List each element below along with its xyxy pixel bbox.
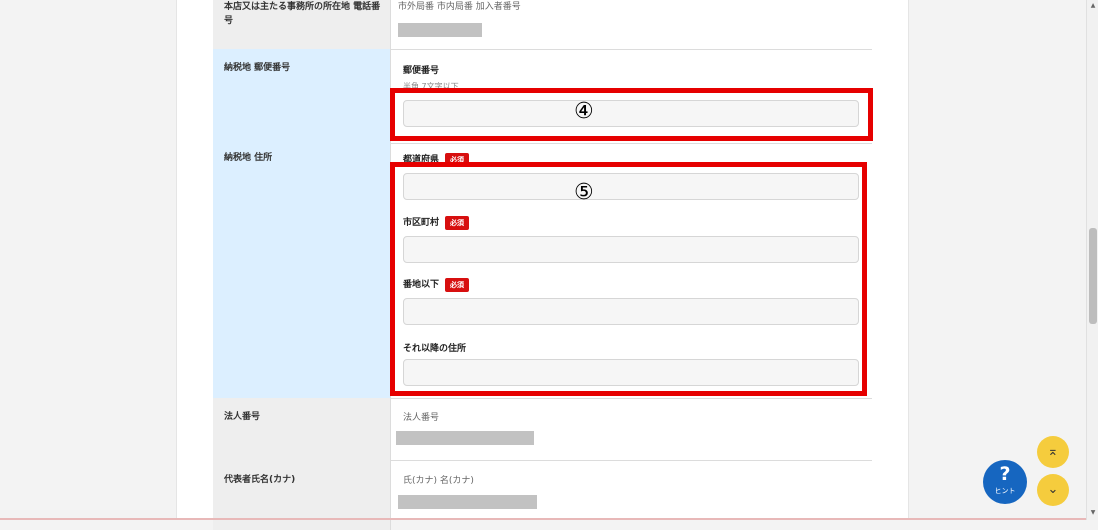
label-cell: 本店又は主たる事務所の所在地 電話番号 bbox=[213, 0, 391, 49]
scroll-bottom-icon: ⌄ bbox=[1047, 482, 1059, 497]
scroll-thumb[interactable] bbox=[1089, 228, 1097, 324]
row-label: 法人番号 bbox=[224, 412, 261, 422]
scroll-bottom-button[interactable]: ⌄ bbox=[1037, 474, 1069, 506]
question-icon: ? bbox=[999, 463, 1011, 485]
annotation-number-4: ④ bbox=[574, 99, 594, 124]
annotation-number-5: ⑤ bbox=[574, 180, 594, 205]
representative-kana-hint: 氏(カナ) 名(カナ) bbox=[403, 476, 474, 486]
hint-label: ヒント bbox=[994, 487, 1016, 495]
row-corporate-number: 法人番号 法人番号 bbox=[213, 398, 872, 461]
corporate-number-hint: 法人番号 bbox=[403, 413, 440, 423]
row-label: 代表者氏名(カナ) bbox=[224, 475, 296, 485]
row-label: 本店又は主たる事務所の所在地 電話番号 bbox=[224, 2, 381, 26]
postal-field-label: 郵便番号 bbox=[403, 66, 440, 76]
scroll-up-arrow-icon[interactable]: ▲ bbox=[1087, 0, 1098, 12]
page-scrollbar[interactable]: ▲ ▼ bbox=[1086, 0, 1098, 520]
highlight-box-5 bbox=[390, 162, 867, 396]
scroll-top-button[interactable]: ⌅ bbox=[1037, 436, 1069, 468]
value-cell: 法人番号 bbox=[391, 398, 872, 460]
hint-button[interactable]: ? ヒント bbox=[983, 460, 1027, 504]
label-cell: 法人番号 bbox=[213, 398, 391, 460]
redacted-value bbox=[398, 23, 482, 37]
row-label: 納税地 郵便番号 bbox=[224, 63, 291, 73]
value-cell: 市外局番 市内局番 加入者番号 bbox=[391, 0, 872, 49]
scroll-down-arrow-icon[interactable]: ▼ bbox=[1087, 507, 1098, 519]
scroll-top-icon: ⌅ bbox=[1047, 444, 1059, 459]
redacted-value bbox=[398, 495, 537, 509]
highlight-box-4 bbox=[390, 88, 873, 141]
label-cell: 納税地 郵便番号 bbox=[213, 49, 391, 143]
phone-hint: 市外局番 市内局番 加入者番号 bbox=[398, 2, 521, 12]
row-head-office-phone: 本店又は主たる事務所の所在地 電話番号 市外局番 市内局番 加入者番号 bbox=[213, 0, 872, 50]
redacted-value bbox=[396, 431, 534, 445]
row-label: 納税地 住所 bbox=[224, 153, 273, 163]
label-cell: 納税地 住所 bbox=[213, 143, 391, 398]
